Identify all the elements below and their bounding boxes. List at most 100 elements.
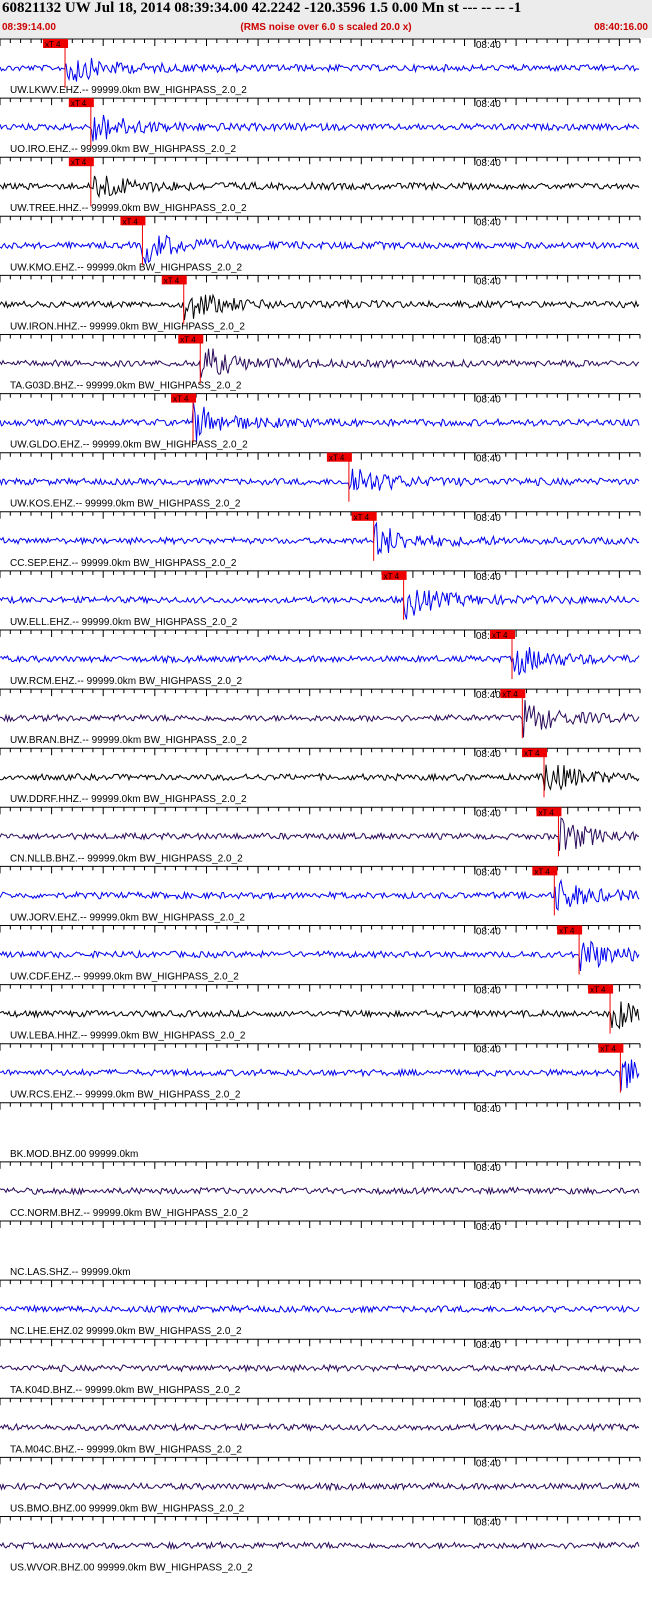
station-label: UW.BRAN.BHZ.-- 99999.0km BW_HIGHPASS_2.0… bbox=[10, 735, 248, 746]
waveform-line bbox=[0, 647, 640, 676]
time-ticks bbox=[0, 1043, 641, 1051]
time-ticks bbox=[0, 98, 641, 106]
minute-marker-label: 08:40 bbox=[476, 927, 501, 938]
pick-label: xT 4 bbox=[122, 217, 138, 226]
minute-marker-label: 08:40 bbox=[476, 1104, 501, 1115]
time-ticks bbox=[0, 1280, 641, 1288]
station-label: UW.IRON.HHZ.-- 99999.0km BW_HIGHPASS_2.0… bbox=[10, 321, 245, 332]
time-ticks bbox=[0, 452, 641, 460]
pick-label: xT 4 bbox=[71, 99, 87, 108]
time-ticks bbox=[0, 630, 641, 637]
station-label: UW.CDF.EHZ.-- 99999.0km BW_HIGHPASS_2.0_… bbox=[10, 972, 239, 983]
trace-row: 08:40 UW.ELL.EHZ.-- 99999.0km BW_HIGHPASS… bbox=[0, 570, 641, 628]
time-ticks bbox=[0, 1339, 641, 1347]
pick-label: xT 4 bbox=[559, 927, 575, 936]
minute-marker-label: 08:40 bbox=[476, 513, 501, 524]
minute-marker-label: 08:40 bbox=[476, 454, 501, 465]
pick-label: xT 4 bbox=[180, 336, 196, 345]
station-label: UW.LKWV.EHZ.-- 99999.0km BW_HIGHPASS_2.0… bbox=[10, 85, 247, 96]
pick-label: xT 4 bbox=[524, 749, 540, 758]
time-ticks bbox=[0, 275, 641, 283]
time-ticks bbox=[0, 1516, 641, 1524]
waveform-line bbox=[0, 521, 640, 555]
trace-row: 08:40 CC.SEP.EHZ.-- 99999.0km BW_HIGHPASS… bbox=[0, 511, 641, 569]
trace-row: 08:40 US.WVOR.BHZ.00 99999.0km BW_HIGHPAS… bbox=[0, 1516, 641, 1574]
pick-label: xT 4 bbox=[492, 631, 508, 640]
pick-label: xT 4 bbox=[164, 276, 180, 285]
station-label: UW.TREE.HHZ.-- 99999.0km BW_HIGHPASS_2.0… bbox=[10, 203, 247, 214]
time-ticks bbox=[0, 39, 641, 46]
time-ticks bbox=[0, 925, 641, 933]
pick-label: xT 4 bbox=[173, 395, 189, 404]
station-label: CC.NORM.BHZ.-- 99999.0km BW_HIGHPASS_2.0… bbox=[10, 1208, 249, 1219]
minute-marker-label: 08:40 bbox=[476, 1222, 501, 1233]
waveform-line bbox=[0, 1304, 640, 1314]
station-label: US.BMO.BHZ.00 99999.0km BW_HIGHPASS_2.0_… bbox=[10, 1503, 245, 1514]
waveform-line bbox=[0, 402, 640, 442]
trace-row: 08:40 UW.JORV.EHZ.-- 99999.0km BW_HIGHPAS… bbox=[0, 865, 641, 923]
station-label: TA.M04C.BHZ.-- 99999.0km BW_HIGHPASS_2.0… bbox=[10, 1444, 242, 1455]
minute-marker-label: 08:40 bbox=[476, 158, 501, 169]
minute-marker-label: 08:40 bbox=[476, 749, 501, 760]
station-label: NC.LAS.SHZ.-- 99999.0km bbox=[10, 1267, 131, 1278]
minute-marker-label: 08:40 bbox=[476, 572, 501, 583]
station-label: UW.DDRF.HHZ.-- 99999.0km BW_HIGHPASS_2.0… bbox=[10, 794, 247, 805]
scaling-note: (RMS noise over 6.0 s scaled 20.0 x) bbox=[240, 22, 412, 33]
minute-marker-label: 08:40 bbox=[476, 276, 501, 287]
plot-header: 60821132 UW Jul 18, 2014 08:39:34.00 42.… bbox=[0, 0, 652, 38]
pick-label: xT 4 bbox=[502, 690, 518, 699]
waveform-line bbox=[0, 175, 640, 199]
trace-row: 08:40 UW.IRON.HHZ.-- 99999.0km BW_HIGHPAS… bbox=[0, 274, 641, 332]
waveform-line bbox=[0, 57, 640, 82]
station-label: UW.LEBA.HHZ.-- 99999.0km BW_HIGHPASS_2.0… bbox=[10, 1031, 246, 1042]
station-label: UW.JORV.EHZ.-- 99999.0km BW_HIGHPASS_2.0… bbox=[10, 912, 245, 923]
pick-label: xT 4 bbox=[384, 572, 400, 581]
pick-label: xT 4 bbox=[354, 513, 370, 522]
time-ticks bbox=[0, 393, 641, 401]
station-label: UW.ELL.EHZ.-- 99999.0km BW_HIGHPASS_2.0_… bbox=[10, 617, 238, 628]
event-title: 60821132 UW Jul 18, 2014 08:39:34.00 42.… bbox=[2, 0, 522, 16]
waveform-line bbox=[0, 348, 640, 378]
minute-marker-label: 08:40 bbox=[476, 40, 501, 51]
station-label: UW.GLDO.EHZ.-- 99999.0km BW_HIGHPASS_2.0… bbox=[10, 440, 248, 451]
waveform-line bbox=[0, 1186, 640, 1196]
waveform-line bbox=[0, 1001, 640, 1030]
waveform-line bbox=[0, 1059, 640, 1091]
trace-row: 08:40 UW.KMO.EHZ.-- 99999.0km BW_HIGHPASS… bbox=[0, 215, 641, 273]
trace-row: 08:40 TA.K04D.BHZ.-- 99999.0km BW_HIGHPAS… bbox=[0, 1338, 641, 1396]
minute-marker-label: 08:40 bbox=[476, 395, 501, 406]
trace-row: 08:40 UW.TREE.HHZ.-- 99999.0km BW_HIGHPAS… bbox=[0, 156, 641, 214]
trace-row: 08:40 NC.LAS.SHZ.-- 99999.0km bbox=[0, 1220, 641, 1278]
time-ticks bbox=[0, 157, 641, 165]
trace-row: 08:40 UW.LKWV.EHZ.-- 99999.0km BW_HIGHPAS… bbox=[0, 38, 641, 96]
waveform-line bbox=[0, 1363, 640, 1374]
station-label: NC.LHE.EHZ.02 99999.0km BW_HIGHPASS_2.0_… bbox=[10, 1326, 242, 1337]
minute-marker-label: 08:40 bbox=[476, 336, 501, 347]
trace-row: 08:40 TA.G03D.BHZ.-- 99999.0km BW_HIGHPAS… bbox=[0, 334, 641, 392]
pick-label: xT 4 bbox=[45, 40, 61, 49]
time-ticks bbox=[0, 216, 641, 224]
trace-row: 08:40 UW.LEBA.HHZ.-- 99999.0km BW_HIGHPAS… bbox=[0, 984, 641, 1042]
trace-row: 08:40 UO.IRO.EHZ.-- 99999.0km BW_HIGHPASS… bbox=[0, 97, 641, 155]
trace-row: 08:40 US.BMO.BHZ.00 99999.0km BW_HIGHPASS… bbox=[0, 1456, 641, 1514]
station-label: UW.RCM.EHZ.-- 99999.0km BW_HIGHPASS_2.0_… bbox=[10, 676, 243, 687]
trace-row: 08:40 UW.DDRF.HHZ.-- 99999.0km BW_HIGHPAS… bbox=[0, 747, 641, 805]
minute-marker-label: 08:40 bbox=[476, 867, 501, 878]
minute-marker-label: 08:40 bbox=[476, 1281, 501, 1292]
trace-row: 08:40 BK.MOD.BHZ.00 99999.0km bbox=[0, 1102, 641, 1160]
station-label: UW.RCS.EHZ.-- 99999.0km BW_HIGHPASS_2.0_… bbox=[10, 1090, 241, 1101]
pick-label: xT 4 bbox=[590, 986, 606, 995]
station-label: TA.G03D.BHZ.-- 99999.0km BW_HIGHPASS_2.0… bbox=[10, 381, 242, 392]
pick-label: xT 4 bbox=[71, 158, 87, 167]
waveform-line bbox=[0, 1422, 640, 1433]
station-label: BK.MOD.BHZ.00 99999.0km bbox=[10, 1149, 138, 1160]
minute-marker-label: 08:40 bbox=[476, 1518, 501, 1529]
minute-marker-label: 08:40 bbox=[476, 1340, 501, 1351]
waveform-line bbox=[0, 114, 640, 142]
waveform-line bbox=[0, 817, 639, 851]
trace-row: 08:40 UW.BRAN.BHZ.-- 99999.0km BW_HIGHPAS… bbox=[0, 688, 641, 746]
minute-marker-label: 08:40 bbox=[476, 99, 501, 110]
trace-row: 08:40 UW.RCS.EHZ.-- 99999.0km BW_HIGHPASS… bbox=[0, 1043, 641, 1101]
time-ticks bbox=[0, 1457, 641, 1465]
pick-label: xT 4 bbox=[534, 867, 550, 876]
